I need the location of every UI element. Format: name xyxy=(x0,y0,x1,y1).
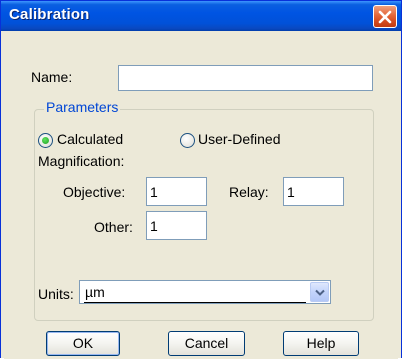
name-input[interactable] xyxy=(118,65,373,91)
radio-selected-dot xyxy=(42,137,49,144)
chevron-down-icon xyxy=(315,289,325,296)
relay-label: Relay: xyxy=(229,184,269,200)
relay-input[interactable] xyxy=(283,177,344,206)
user-defined-label[interactable]: User-Defined xyxy=(198,131,280,147)
window-title: Calibration xyxy=(9,6,90,23)
calculated-radio[interactable] xyxy=(38,133,53,148)
ok-button[interactable]: OK xyxy=(46,331,120,356)
other-label: Other: xyxy=(94,219,133,235)
user-defined-radio[interactable] xyxy=(180,133,195,148)
cancel-button[interactable]: Cancel xyxy=(168,331,245,356)
objective-label: Objective: xyxy=(63,184,126,200)
units-focus-underline xyxy=(84,302,306,303)
help-button[interactable]: Help xyxy=(283,331,359,356)
title-bar[interactable]: Calibration xyxy=(1,1,401,31)
objective-input[interactable] xyxy=(146,177,207,206)
other-input[interactable] xyxy=(146,211,207,240)
name-label: Name: xyxy=(31,69,73,85)
units-dropdown-button[interactable] xyxy=(310,282,329,302)
units-label: Units: xyxy=(38,286,74,302)
parameters-legend: Parameters xyxy=(44,99,121,115)
dialog-body: Name: Parameters Calculated User-Defined… xyxy=(4,31,398,359)
calibration-dialog: Calibration Name: Parameters Calculated … xyxy=(0,0,402,359)
close-icon xyxy=(378,10,392,23)
magnification-label: Magnification: xyxy=(38,153,125,169)
units-selected-value: µm xyxy=(85,284,105,300)
units-dropdown[interactable]: µm xyxy=(79,280,331,304)
close-button[interactable] xyxy=(373,5,397,28)
calculated-label[interactable]: Calculated xyxy=(57,131,123,147)
